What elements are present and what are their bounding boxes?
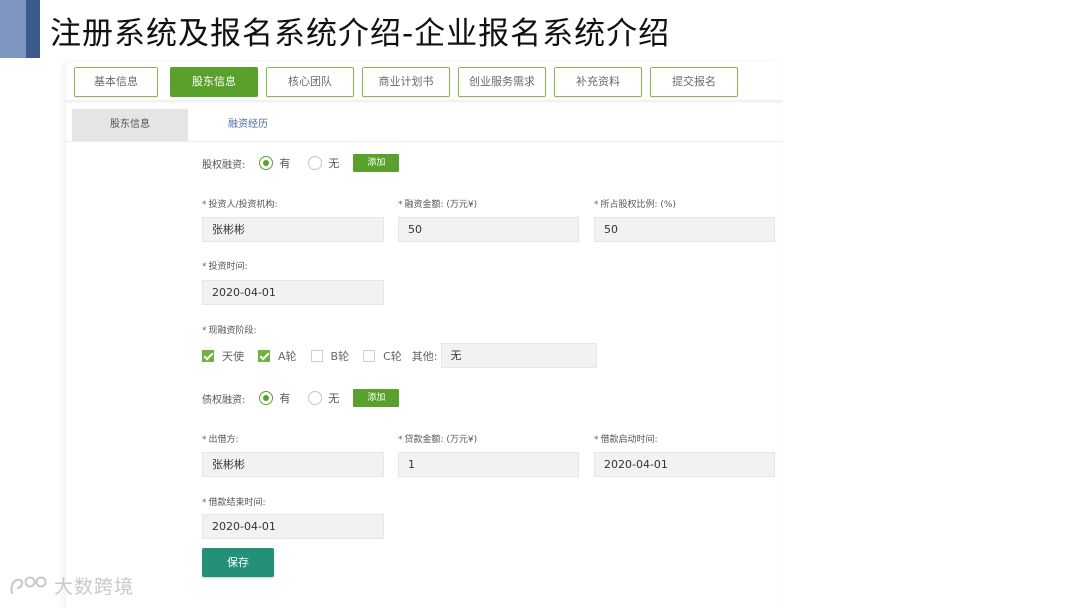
loan-amount-field[interactable]: 1	[398, 452, 579, 477]
loan-start-field[interactable]: 2020-04-01	[594, 452, 775, 477]
step-startup-service-needs[interactable]: 创业服务需求	[458, 67, 546, 97]
step-submit-registration[interactable]: 提交报名	[650, 67, 738, 97]
watermark-text: 大数跨境	[54, 576, 135, 598]
step-shareholder-info[interactable]: 股东信息	[170, 67, 258, 97]
debt-financing-row: 债权融资: 有 无 添加	[202, 389, 400, 407]
loan-end-field[interactable]: 2020-04-01	[202, 514, 384, 539]
investor-field[interactable]: 张彬彬	[202, 217, 384, 242]
stage-a-label: A轮	[278, 349, 297, 363]
stage-b-label: B轮	[330, 349, 350, 363]
equity-financing-row: 股权融资: 有 无 添加	[202, 154, 400, 172]
equity-no-radio[interactable]	[308, 156, 323, 170]
slide-title: 注册系统及报名系统介绍-企业报名系统介绍	[50, 16, 671, 52]
step-core-team[interactable]: 核心团队	[266, 67, 354, 97]
investor-label: * 投资人/投资机构:	[202, 200, 278, 210]
stage-a-checkbox[interactable]	[258, 349, 270, 362]
save-button[interactable]: 保存	[202, 548, 274, 577]
equity-share-field[interactable]: 50	[594, 217, 775, 242]
debt-no-label: 无	[328, 392, 340, 405]
stage-c-checkbox[interactable]	[363, 349, 376, 362]
equity-share-label: * 所占股权比例: (%)	[594, 200, 676, 210]
debt-yes-radio[interactable]	[259, 391, 274, 405]
equity-add-button[interactable]: 添加	[353, 154, 400, 172]
loan-amount-label: * 贷款金额: (万元¥)	[398, 435, 478, 445]
debt-no-radio[interactable]	[308, 391, 323, 405]
stage-angel-label: 天使	[222, 349, 244, 363]
stage-angel-checkbox[interactable]	[202, 349, 214, 362]
financing-stage-label: * 现融资阶段:	[202, 326, 257, 336]
registration-form-screenshot: 基本信息 股东信息 核心团队 商业计划书 创业服务需求 补充资料 提交报名 股东…	[66, 62, 782, 608]
equity-yes-label: 有	[279, 157, 291, 170]
lender-field[interactable]: 张彬彬	[202, 452, 384, 477]
other-stage-label: 其他:	[411, 349, 438, 363]
title-accent-bar	[0, 0, 40, 58]
equity-yes-radio[interactable]	[259, 156, 274, 170]
stage-b-checkbox[interactable]	[310, 349, 323, 362]
step-business-plan[interactable]: 商业计划书	[362, 67, 450, 97]
tab-shareholder-info[interactable]: 股东信息	[72, 109, 188, 141]
financing-stage-row: 天使 A轮 B轮 C轮 其他: 无	[202, 343, 598, 368]
step-supplementary-materials[interactable]: 补充资料	[554, 67, 642, 97]
stage-c-label: C轮	[383, 349, 402, 363]
watermark-logo-icon	[10, 576, 47, 594]
debt-yes-label: 有	[279, 392, 291, 405]
tab-financing-history[interactable]: 融资经历	[188, 109, 308, 141]
step-basic-info[interactable]: 基本信息	[74, 67, 158, 97]
equity-no-label: 无	[328, 157, 340, 170]
loan-end-label: * 借款结束时间:	[202, 498, 266, 508]
equity-financing-label: 股权融资:	[202, 159, 246, 171]
investment-date-label: * 投资时间:	[202, 262, 248, 272]
financing-amount-label: * 融资金额: (万元¥)	[398, 200, 478, 210]
watermark: 大数跨境	[8, 572, 134, 599]
loan-start-label: * 借款启动时间:	[594, 435, 658, 445]
financing-amount-field[interactable]: 50	[398, 217, 579, 242]
debt-financing-label: 债权融资:	[202, 394, 246, 406]
lender-label: * 出借方:	[202, 435, 239, 445]
other-stage-field[interactable]: 无	[441, 343, 598, 368]
step-nav: 基本信息 股东信息 核心团队 商业计划书 创业服务需求 补充资料 提交报名	[74, 67, 774, 97]
investment-date-field[interactable]: 2020-04-01	[202, 280, 384, 305]
divider	[66, 100, 782, 104]
debt-add-button[interactable]: 添加	[353, 389, 400, 407]
sub-tabs: 股东信息 融资经历	[66, 109, 782, 142]
